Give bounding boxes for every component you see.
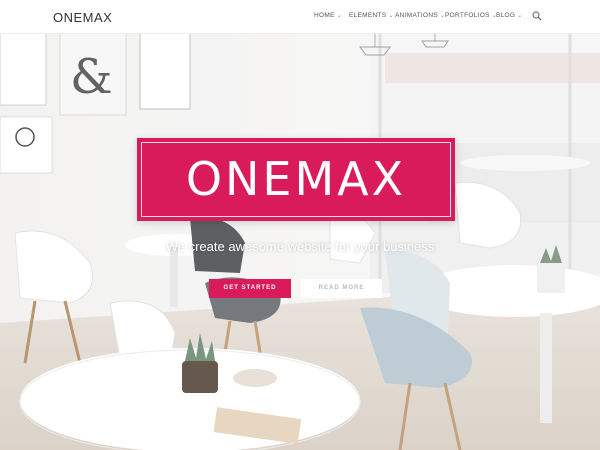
nav-item-label: PORTFOLIOS — [445, 12, 490, 19]
get-started-button[interactable]: GET STARTED — [209, 279, 291, 298]
nav-item-label: HOME — [314, 12, 335, 19]
hero-title: ONEMAX — [185, 152, 407, 206]
hero-title-box: ONEMAX — [137, 138, 455, 221]
chevron-down-icon: ⌄ — [388, 13, 394, 19]
nav-item-home[interactable]: HOME ⌄ — [314, 12, 342, 19]
site-header: ONEMAX HOME ⌄ ELEMENTS ⌄ ANIMATIONS ⌄ PORTF… — [0, 0, 600, 34]
nav-item-animations[interactable]: ANIMATIONS ⌄ — [395, 12, 445, 19]
nav-item-portfolios[interactable]: PORTFOLIOS ⌄ — [445, 12, 497, 19]
nav-item-label: ELEMENTS — [349, 12, 387, 19]
nav-item-label: BLOG — [496, 12, 516, 19]
nav-item-elements[interactable]: ELEMENTS ⌄ — [349, 12, 394, 19]
chevron-down-icon: ⌄ — [517, 13, 523, 19]
nav-item-label: ANIMATIONS — [395, 12, 438, 19]
nav-item-blog[interactable]: BLOG ⌄ — [496, 12, 523, 19]
read-more-button[interactable]: READ MORE — [301, 279, 382, 298]
hero-subtitle: We create awesome website for your busin… — [165, 239, 435, 254]
search-icon[interactable] — [532, 11, 542, 21]
site-logo[interactable]: ONEMAX — [53, 10, 112, 25]
chevron-down-icon: ⌄ — [336, 13, 343, 19]
